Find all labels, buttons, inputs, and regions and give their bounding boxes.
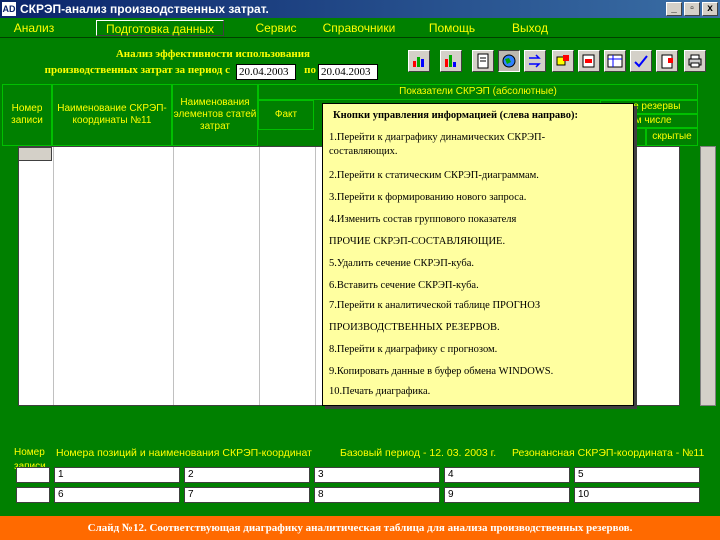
bar-chart-icon — [413, 57, 424, 67]
print-button[interactable] — [684, 50, 706, 72]
menu-service[interactable]: Сервис — [248, 20, 304, 36]
period-label-line2: производственных затрат за период с — [44, 64, 230, 76]
position-cell[interactable]: 8 — [314, 487, 440, 503]
file-icon — [477, 53, 489, 69]
position-cell[interactable]: 7 — [184, 487, 310, 503]
col-header-group: Показатели СКРЭП (абсолютные) — [258, 84, 698, 100]
period-label-line1: Анализ эффективности использования — [115, 48, 310, 60]
popup-line: составляющих. — [329, 146, 398, 157]
bar-chart-2-icon — [445, 55, 456, 67]
menu-bar: Анализ Подготовка данных Сервис Справочн… — [0, 18, 720, 38]
bar-chart-button[interactable] — [408, 50, 430, 72]
grid-line — [259, 147, 260, 405]
position-cell[interactable]: 5 — [574, 467, 700, 483]
col-header-fact: Факт — [258, 100, 314, 130]
bottom-base-period: Базовый период - 12. 03. 2003 г. — [340, 447, 497, 459]
grid-line — [53, 147, 54, 405]
position-cell[interactable]: 3 — [314, 467, 440, 483]
date-to-label: по — [304, 64, 316, 76]
popup-line: 9.Копировать данные в буфер обмена WINDO… — [329, 366, 554, 377]
popup-line: ПРОЧИЕ СКРЭП-СОСТАВЛЯЮЩИЕ. — [329, 236, 506, 247]
col-header-elements: Наименования элементов статей затрат — [172, 84, 258, 146]
grid-line — [315, 147, 316, 405]
record-number-cell[interactable] — [16, 487, 50, 503]
bottom-positions-label: Номера позиций и наименования СКРЭП-коор… — [56, 447, 312, 459]
bottom-resonant: Резонансная СКРЭП-координата - №11 — [512, 447, 705, 459]
record-number-cell[interactable] — [16, 467, 50, 483]
popup-line: 4.Изменить состав группового показателя — [329, 214, 517, 225]
popup-line: 3.Перейти к формированию нового запроса. — [329, 192, 527, 203]
popup-title: Кнопки управления информацией (слева нап… — [333, 110, 579, 121]
cube-insert-icon — [582, 54, 595, 68]
menu-exit[interactable]: Выход — [508, 20, 552, 36]
cube-delete-icon — [556, 55, 569, 66]
window-title: СКРЭП-анализ производственных затрат. — [20, 2, 269, 16]
menu-reference[interactable]: Справочники — [318, 20, 400, 36]
vertical-scrollbar[interactable] — [700, 146, 716, 406]
popup-line: 1.Перейти к диаграфику динамических СКРЭ… — [329, 132, 546, 143]
delete-section-button[interactable] — [552, 50, 574, 72]
position-cell[interactable]: 2 — [184, 467, 310, 483]
col-header-hidden: скрытые — [646, 128, 698, 146]
popup-line: 8.Перейти к диаграфику с прогнозом. — [329, 344, 498, 355]
popup-line: 6.Вставить сечение СКРЭП-куба. — [329, 280, 479, 291]
chart-check-icon — [634, 55, 648, 68]
title-bar: AD СКРЭП-анализ производственных затрат.… — [0, 0, 720, 18]
close-button[interactable]: x — [702, 2, 718, 16]
position-cell[interactable]: 1 — [54, 467, 180, 483]
clipboard-icon — [661, 54, 673, 69]
insert-section-button[interactable] — [578, 50, 600, 72]
popup-line: 5.Удалить сечение СКРЭП-куба. — [329, 258, 474, 269]
help-popup: Кнопки управления информацией (слева нап… — [322, 103, 634, 406]
group-indicator-button[interactable] — [498, 50, 520, 72]
slide-caption: Слайд №12. Соответствующая диаграфику ан… — [0, 516, 720, 540]
menu-help[interactable]: Помощь — [424, 20, 480, 36]
col-header-number: Номер записи — [2, 84, 52, 146]
forecast-table-button[interactable] — [604, 50, 626, 72]
app-icon: AD — [2, 2, 16, 16]
menu-analysis[interactable]: Анализ — [8, 20, 60, 36]
table-icon — [607, 54, 623, 68]
col-header-name: Наименование СКРЭП-координаты №11 — [52, 84, 172, 146]
globe-icon — [502, 54, 516, 68]
printer-icon — [688, 54, 702, 68]
position-cell[interactable]: 9 — [444, 487, 570, 503]
forecast-chart-button[interactable] — [630, 50, 652, 72]
grid-line — [173, 147, 174, 405]
menu-data-prep[interactable]: Подготовка данных — [96, 20, 224, 36]
position-cell[interactable]: 10 — [574, 487, 700, 503]
minimize-button[interactable]: _ — [666, 2, 682, 16]
position-cell[interactable]: 4 — [444, 467, 570, 483]
position-cell[interactable]: 6 — [54, 487, 180, 503]
arrows-button[interactable] — [524, 50, 546, 72]
copy-clipboard-button[interactable] — [656, 50, 678, 72]
bar-chart-2-button[interactable] — [440, 50, 462, 72]
popup-line: 10.Печать диаграфика. — [329, 386, 431, 397]
popup-line: 7.Перейти к аналитической таблице ПРОГНО… — [329, 300, 541, 311]
popup-line: ПРОИЗВОДСТВЕННЫХ РЕЗЕРВОВ. — [329, 322, 500, 333]
row-selector[interactable] — [18, 147, 52, 161]
new-query-button[interactable] — [472, 50, 494, 72]
date-from-input[interactable]: 20.04.2003 — [236, 64, 296, 80]
arrows-icon — [529, 54, 541, 68]
date-to-input[interactable]: 20.04.2003 — [318, 64, 378, 80]
popup-line: 2.Перейти к статическим СКРЭП-диаграммам… — [329, 170, 539, 181]
maximize-button[interactable]: ▫ — [684, 2, 700, 16]
